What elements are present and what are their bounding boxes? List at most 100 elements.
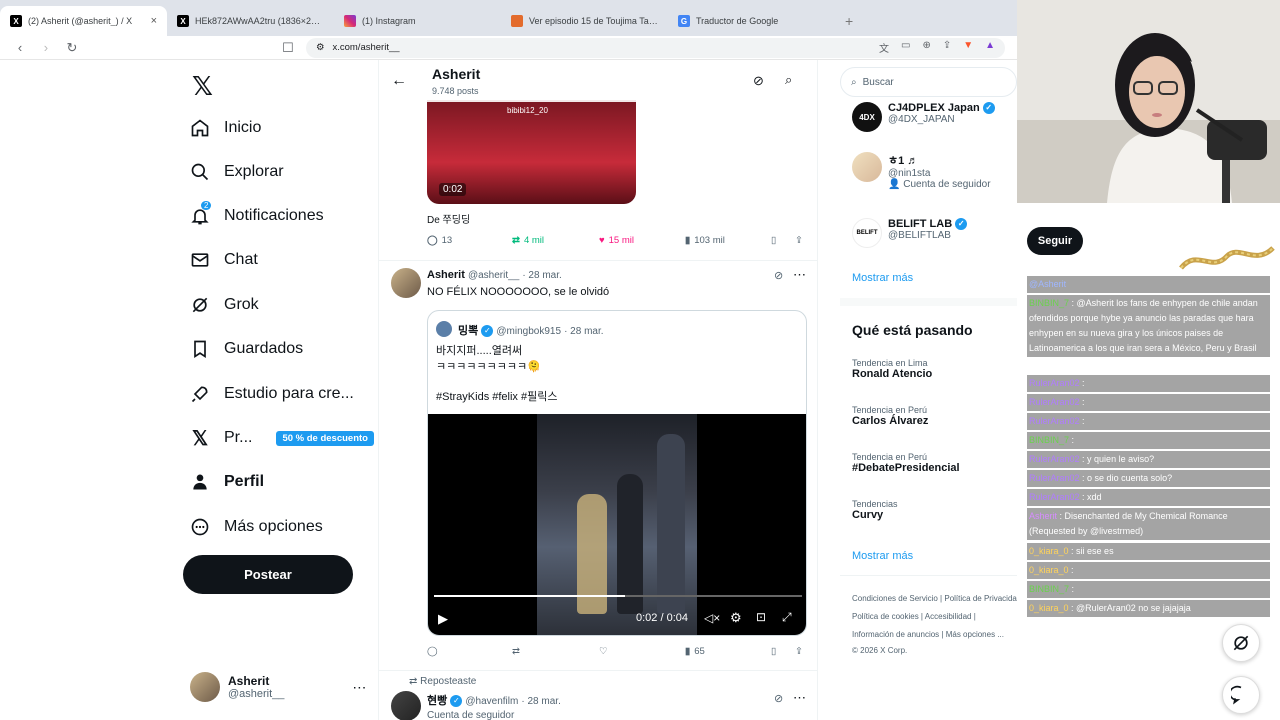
play-icon[interactable]: ▶ (438, 611, 448, 627)
pip-icon[interactable]: ⊡ (756, 610, 766, 624)
sidebar-item-label: Chat (224, 251, 258, 268)
footer-link[interactable]: Condiciones de Servicio (852, 594, 938, 603)
more-icon[interactable]: ⋯ (793, 267, 806, 283)
footer-link[interactable]: Más opciones ... (946, 630, 1004, 639)
chat-text: : y quien le aviso? (1082, 454, 1155, 464)
trend-item[interactable]: Tendencia en Perú #DebatePresidencial (852, 452, 960, 474)
x-logo-icon[interactable]: 𝕏 (192, 72, 213, 102)
chat-text: : o se dio cuenta solo? (1082, 473, 1173, 483)
views-button[interactable]: ▮ 103 mil (685, 235, 725, 246)
translate-icon[interactable]: 文 (879, 40, 889, 55)
footer-link[interactable]: Política de Privacidad (944, 594, 1021, 603)
repost-button[interactable]: ⇄ 4 mil (512, 235, 544, 246)
rocket-icon (190, 384, 210, 404)
forward-icon[interactable]: › (38, 40, 54, 55)
url-field[interactable]: ⚙ x.com/asherit__ 文 ▭ ⊕ ⇪ ▼ ▲ (305, 37, 1006, 58)
grok-icon[interactable]: ⊘ (774, 692, 783, 705)
trend-item[interactable]: Tendencia en Lima Ronald Atencio (852, 358, 932, 380)
close-tab-icon[interactable]: × (151, 15, 157, 27)
show-more-link[interactable]: Mostrar más (852, 272, 913, 284)
suggestion-item[interactable]: BELIFT BELIFT LAB ✓ @BELIFTLAB (852, 218, 968, 248)
sidebar-item-mas-opciones[interactable]: Más opciones (190, 509, 323, 545)
more-icon[interactable]: ⋯ (793, 690, 806, 706)
bookmark-page-icon[interactable]: ☐ (280, 40, 296, 56)
suggestion-item[interactable]: ㅎ1 ♬ @nin1sta 👤 Cuenta de seguidor (852, 152, 991, 190)
sidebar-item-chat[interactable]: Chat (190, 242, 258, 278)
share-icon[interactable]: ⇪ (795, 235, 803, 246)
more-icon[interactable]: ⋯ (352, 679, 366, 696)
grok-icon[interactable]: ⊘ (774, 269, 783, 282)
post-handle[interactable]: @asherit__ (468, 270, 519, 281)
post-author[interactable]: Asherit (427, 269, 465, 281)
search-icon[interactable]: ⌕ (785, 72, 792, 88)
sidebar-item-inicio[interactable]: Inicio (190, 110, 261, 146)
post-date[interactable]: · 28 mar. (522, 270, 561, 281)
messages-fab-button[interactable] (1222, 676, 1260, 714)
suggestion-item[interactable]: 4DX CJ4DPLEX Japan ✓ @4DX_JAPAN (852, 102, 995, 132)
footer-link[interactable]: Política de cookies (852, 612, 919, 621)
trend-item[interactable]: Tendencia en Perú Carlos Álvarez (852, 405, 928, 427)
share-icon[interactable]: ⇪ (795, 646, 803, 657)
new-tab-button[interactable]: + (835, 6, 863, 36)
like-button[interactable]: ♡ (599, 646, 608, 657)
repost-icon: ⇄ (512, 235, 520, 246)
mute-icon[interactable]: ◁× (704, 611, 720, 625)
sidebar-item-guardados[interactable]: Guardados (190, 331, 303, 367)
video-progress-track[interactable] (434, 595, 802, 597)
cast-icon[interactable]: ▭ (901, 40, 910, 55)
rewards-icon[interactable]: ▲ (985, 40, 995, 55)
brave-shield-icon[interactable]: ▼ (963, 40, 973, 55)
follow-button[interactable]: Seguir (1027, 227, 1083, 255)
quote-line-2: ㅋㅋㅋㅋㅋㅋㅋㅋㅋ🫠 (436, 361, 541, 373)
like-button[interactable]: ♥ 15 mil (599, 235, 634, 246)
views-count: 65 (694, 646, 705, 657)
video-player[interactable]: ▶ 0:02 / 0:04 ◁× ⚙ ⊡ ⤢ (428, 414, 806, 635)
grok-icon[interactable]: ⊘ (753, 73, 764, 89)
reply-button[interactable]: ◯ (427, 646, 438, 657)
footer-link[interactable]: Accesibilidad (925, 612, 972, 621)
quoted-post[interactable]: 밍뽁 ✓ @mingbok915 · 28 mar. 바지지퍼.....열려써 … (427, 310, 807, 636)
reload-icon[interactable]: ↻ (64, 40, 80, 56)
site-info-icon[interactable]: ⚙ (316, 42, 325, 53)
avatar[interactable] (391, 268, 421, 298)
bookmark-icon[interactable]: ▯ (771, 646, 776, 657)
sidebar-item-label: Inicio (224, 119, 262, 136)
post-date[interactable]: · 28 mar. (521, 696, 560, 707)
grok-fab-button[interactable] (1222, 624, 1260, 662)
trend-item[interactable]: Tendencias Curvy (852, 499, 898, 521)
reply-button[interactable]: ◯ 13 (427, 235, 452, 246)
back-arrow-icon[interactable]: ← (391, 72, 407, 90)
settings-icon[interactable]: ⚙ (730, 610, 742, 626)
sidebar-item-perfil[interactable]: Perfil (190, 464, 264, 500)
sidebar-item-estudio[interactable]: Estudio para cre... (190, 376, 354, 412)
repost-button[interactable]: ⇄ (512, 646, 520, 657)
browser-tab-0[interactable]: X (2) Asherit (@asherit_) / X × (0, 6, 167, 36)
address-bar-row: ‹ › ↻ ☐ ⚙ x.com/asherit__ 文 ▭ ⊕ ⇪ ▼ ▲ (0, 36, 1017, 60)
sidebar-item-grok[interactable]: Grok (190, 287, 259, 323)
chat-text: : (1082, 416, 1085, 426)
browser-tab-2[interactable]: (1) Instagram (334, 6, 501, 36)
post-button[interactable]: Postear (183, 555, 353, 594)
video-player[interactable]: bibibi12_20 0:02 (427, 100, 636, 204)
post-author[interactable]: 현빵 (427, 695, 447, 707)
post-handle[interactable]: @havenfilm (465, 696, 518, 707)
browser-tab-4[interactable]: G Traductor de Google (668, 6, 835, 36)
avatar[interactable] (391, 691, 421, 720)
sidebar-item-explorar[interactable]: Explorar (190, 154, 284, 190)
browser-tab-3[interactable]: Ver episodio 15 de Toujima Tanzaburo (501, 6, 668, 36)
zoom-icon[interactable]: ⊕ (922, 40, 930, 55)
share-icon[interactable]: ⇪ (943, 40, 951, 55)
sidebar-item-premium[interactable]: 𝕏 Pr... 50 % de descuento (190, 420, 374, 456)
fullscreen-icon[interactable]: ⤢ (782, 610, 792, 625)
views-button[interactable]: ▮ 65 (685, 646, 705, 657)
chat-user: RulerAran02 (1029, 473, 1080, 483)
browser-tab-1[interactable]: X HEk872AWwAA2tru (1836×2048) (167, 6, 334, 36)
show-more-link[interactable]: Mostrar más (852, 550, 913, 562)
search-input[interactable]: ⌕ Buscar (840, 67, 1017, 97)
trend-context: Tendencia en Perú (852, 452, 928, 462)
account-switcher[interactable]: Asherit @asherit__ ⋯ (190, 672, 366, 702)
bookmark-icon[interactable]: ▯ (771, 235, 776, 246)
sidebar-item-notificaciones[interactable]: 2 Notificaciones (190, 198, 324, 234)
back-icon[interactable]: ‹ (12, 40, 28, 55)
footer-link[interactable]: Información de anuncios (852, 630, 939, 639)
